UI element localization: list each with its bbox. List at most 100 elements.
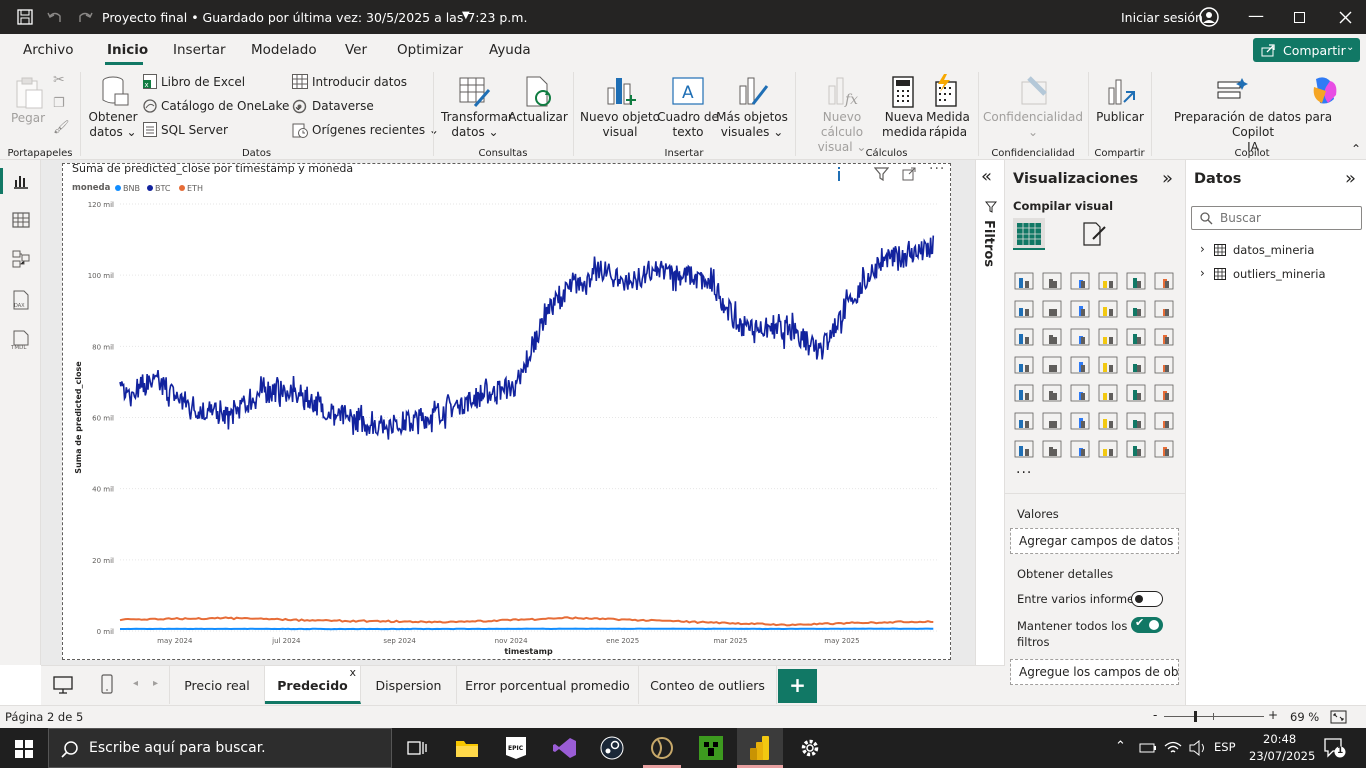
viz-decomposition-tree-icon[interactable] (1070, 412, 1090, 430)
viz-column-line-icon[interactable] (1042, 328, 1062, 346)
volume-icon[interactable] (1189, 740, 1207, 756)
viz-python-visual-icon[interactable] (1014, 412, 1034, 430)
enter-data-button[interactable]: Introducir datos (312, 75, 407, 89)
viz-area-icon[interactable] (1042, 300, 1062, 318)
tab-error-porcentual[interactable]: Error porcentual promedio (457, 666, 639, 704)
add-page-button[interactable]: + (778, 669, 817, 703)
viz-card-new-icon[interactable] (1042, 440, 1062, 458)
sign-in-link[interactable]: Iniciar sesión (1121, 10, 1203, 25)
task-view-icon[interactable] (407, 739, 427, 757)
viz-100-column-icon[interactable] (1154, 272, 1174, 290)
viz-clustered-column-icon[interactable] (1098, 272, 1118, 290)
viz-stacked-column-icon[interactable] (1042, 272, 1062, 290)
fit-to-page-icon[interactable] (1330, 710, 1347, 724)
redo-icon[interactable] (77, 10, 93, 24)
viz-stacked-bar-icon[interactable] (1014, 272, 1034, 290)
tab-precio-real[interactable]: Precio real (169, 666, 265, 704)
viz-stacked-area-icon[interactable] (1070, 300, 1090, 318)
menu-archivo[interactable]: Archivo (23, 42, 73, 58)
viz-scatter-icon[interactable] (1098, 328, 1118, 346)
zoom-slider-track[interactable] (1164, 716, 1264, 717)
collapse-data-pane-icon[interactable]: » (1345, 168, 1356, 189)
dax-query-view-icon[interactable]: DAX (11, 290, 31, 310)
viz-slicer-icon[interactable] (1070, 384, 1090, 402)
app-ring-icon[interactable] (650, 736, 674, 760)
visual-studio-icon[interactable] (553, 737, 577, 759)
visual-types-gallery[interactable] (1005, 268, 1186, 488)
zoom-out-icon[interactable]: - (1153, 708, 1157, 722)
scroll-left-icon[interactable]: ◂ (133, 678, 138, 689)
filters-pane-collapsed[interactable]: « Filtros (975, 160, 1005, 665)
refresh-button[interactable]: Actualizar (508, 110, 568, 125)
excel-workbook-button[interactable]: Libro de Excel (161, 75, 245, 89)
onelake-catalog-button[interactable]: Catálogo de OneLake ⌄ (161, 99, 303, 113)
clock-date[interactable]: 23/07/2025 (1249, 749, 1315, 763)
menu-inicio[interactable]: Inicio (107, 42, 148, 58)
viz-arcgis-icon[interactable] (1154, 440, 1174, 458)
drillthrough-fields-well[interactable]: Agregue los campos de ob... (1010, 659, 1179, 685)
copy-icon[interactable]: ❐ (53, 96, 65, 111)
viz-donut-icon[interactable] (1154, 328, 1174, 346)
viz-funnel-icon[interactable] (1070, 328, 1090, 346)
tab-dispersion[interactable]: Dispersion (361, 666, 457, 704)
viz-multi-row-card-icon[interactable] (1014, 384, 1034, 402)
viz-power-automate-icon[interactable] (1126, 440, 1146, 458)
viz-treemap-icon[interactable] (1014, 356, 1034, 374)
collapse-visualizations-icon[interactable]: » (1162, 168, 1173, 189)
viz-azure-map-icon[interactable] (1098, 356, 1118, 374)
viz-pie-icon[interactable] (1126, 328, 1146, 346)
battery-icon[interactable] (1139, 741, 1157, 755)
viz-kpi-icon[interactable] (1042, 384, 1062, 402)
menu-ver[interactable]: Ver (345, 42, 367, 58)
minecraft-icon[interactable] (699, 736, 723, 760)
new-visual-button[interactable]: Nuevo objeto visual (580, 110, 660, 140)
viz-power-apps-icon[interactable] (1098, 440, 1118, 458)
viz-line-icon[interactable] (1014, 300, 1034, 318)
chevron-right-icon[interactable]: › (1200, 242, 1205, 256)
new-measure-button[interactable]: Nueva medida (882, 110, 927, 140)
title-dropdown-icon[interactable]: ▼ (462, 10, 470, 21)
clock-time[interactable]: 20:48 (1263, 732, 1296, 746)
viz-ribbon-icon[interactable] (1098, 300, 1118, 318)
tmdl-view-icon[interactable]: TMDL (10, 330, 32, 350)
chevron-right-icon[interactable]: › (1200, 266, 1205, 280)
show-hidden-icons[interactable]: ⌃ (1115, 739, 1126, 754)
zoom-level[interactable]: 69 % (1290, 710, 1319, 724)
viz-line-clustered-icon[interactable] (1154, 300, 1174, 318)
share-button[interactable]: Compartir ⌄ (1253, 38, 1360, 62)
steam-icon[interactable] (600, 736, 624, 760)
settings-gear-icon[interactable] (799, 737, 821, 759)
sql-server-button[interactable]: SQL Server (161, 123, 228, 137)
viz-clustered-bar-icon[interactable] (1070, 272, 1090, 290)
recent-sources-button[interactable]: Orígenes recientes ⌄ (312, 123, 439, 137)
viz-table-icon[interactable] (1098, 384, 1118, 402)
viz-matrix-icon[interactable] (1126, 384, 1146, 402)
viz-100-bar-icon[interactable] (1126, 272, 1146, 290)
file-explorer-icon[interactable] (455, 738, 479, 758)
dataverse-button[interactable]: Dataverse (312, 99, 374, 113)
report-view-icon[interactable] (12, 172, 30, 190)
user-avatar-icon[interactable] (1199, 7, 1219, 27)
viz-key-influencers-icon[interactable] (1042, 412, 1062, 430)
maximize-icon[interactable] (1294, 12, 1305, 23)
menu-modelado[interactable]: Modelado (251, 42, 317, 58)
line-chart-visual[interactable]: Suma de predicted_close por timestamp y … (62, 161, 951, 660)
format-painter-icon[interactable]: 🖌 (53, 120, 70, 135)
viz-gauge-icon[interactable] (1126, 356, 1146, 374)
more-visuals-dots[interactable]: ··· (1016, 465, 1032, 481)
viz-narrative-icon[interactable] (1126, 412, 1146, 430)
tab-conteo-outliers[interactable]: Conteo de outliers (639, 666, 777, 704)
data-search-input[interactable] (1220, 210, 1358, 226)
table-item[interactable]: › outliers_mineria (1200, 266, 1360, 284)
viz-map-icon[interactable] (1042, 356, 1062, 374)
cut-icon[interactable]: ✂ (53, 72, 65, 88)
minimize-icon[interactable]: — (1248, 6, 1264, 25)
epic-games-icon[interactable]: EPIC (505, 736, 527, 760)
add-values-well[interactable]: Agregar campos de datos a... (1010, 528, 1179, 554)
text-box-button[interactable]: Cuadro de texto (656, 110, 720, 140)
viz-waterfall-icon[interactable] (1126, 300, 1146, 318)
viz-filled-map-icon[interactable] (1070, 356, 1090, 374)
close-tab-icon[interactable]: x (349, 653, 356, 693)
keep-filters-toggle[interactable]: ✔ (1131, 616, 1163, 633)
taskbar-search-box[interactable]: Escribe aquí para buscar. (48, 728, 392, 768)
